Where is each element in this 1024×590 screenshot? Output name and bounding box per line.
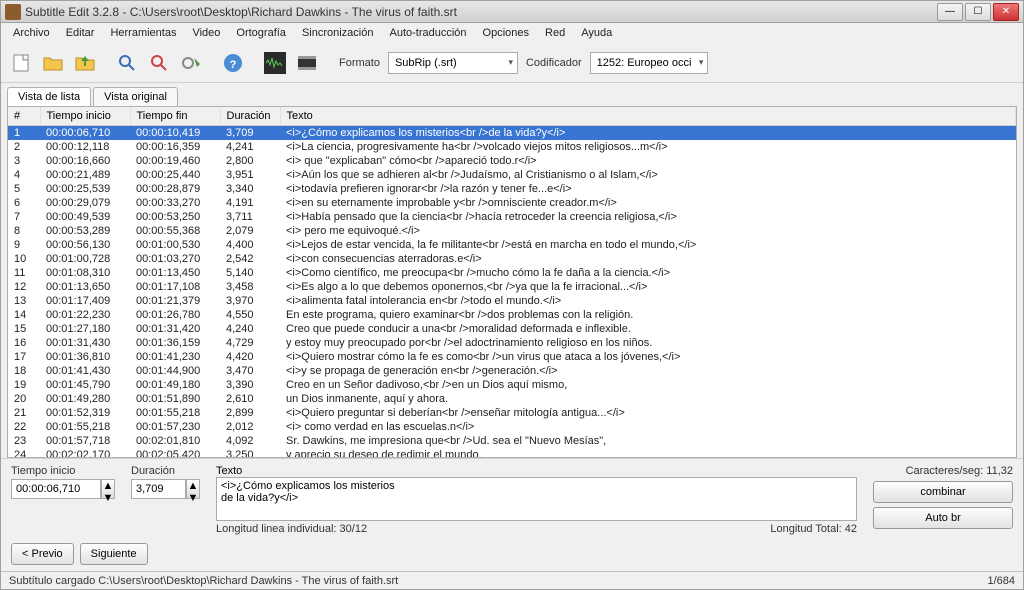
statusbar: Subtítulo cargado C:\Users\root\Desktop\… <box>1 571 1023 589</box>
status-loaded: Subtítulo cargado C:\Users\root\Desktop\… <box>9 575 398 587</box>
maximize-button[interactable]: ☐ <box>965 3 991 21</box>
table-row[interactable]: 1600:01:31,43000:01:36,1594,729y estoy m… <box>8 336 1016 350</box>
table-row[interactable]: 1700:01:36,81000:01:41,2304,420<i>Quiero… <box>8 350 1016 364</box>
prev-button[interactable]: < Previo <box>11 543 74 565</box>
replace-icon[interactable] <box>145 49 173 77</box>
formato-label: Formato <box>339 57 380 69</box>
table-row[interactable]: 1900:01:45,79000:01:49,1803,390Creo en u… <box>8 378 1016 392</box>
help-icon[interactable]: ? <box>219 49 247 77</box>
formato-combo[interactable]: SubRip (.srt) <box>388 52 518 74</box>
start-time-stepper[interactable]: ▲▼ <box>101 479 115 499</box>
new-icon[interactable] <box>7 49 35 77</box>
table-row[interactable]: 1000:01:00,72800:01:03,2702,542<i>con co… <box>8 252 1016 266</box>
close-button[interactable]: ✕ <box>993 3 1019 21</box>
menu-sincronización[interactable]: Sincronización <box>294 27 382 39</box>
autobr-button[interactable]: Auto br <box>873 507 1013 529</box>
duration-stepper[interactable]: ▲▼ <box>186 479 200 499</box>
menubar: ArchivoEditarHerramientasVideoOrtografía… <box>1 23 1023 43</box>
table-row[interactable]: 1800:01:41,43000:01:44,9003,470<i>y se p… <box>8 364 1016 378</box>
total-length: Longitud Total: 42 <box>770 523 857 535</box>
table-row[interactable]: 2400:02:02,17000:02:05,4203,250y aprecio… <box>8 448 1016 457</box>
table-row[interactable]: 1100:01:08,31000:01:13,4505,140<i>Como c… <box>8 266 1016 280</box>
svg-text:?: ? <box>230 59 237 71</box>
subtitle-list-scroll[interactable]: # Tiempo inicio Tiempo fin Duración Text… <box>8 107 1016 457</box>
menu-editar[interactable]: Editar <box>58 27 103 39</box>
col-end[interactable]: Tiempo fin <box>130 107 220 126</box>
combine-button[interactable]: combinar <box>873 481 1013 503</box>
tab-list-view[interactable]: Vista de lista <box>7 87 91 106</box>
menu-ayuda[interactable]: Ayuda <box>573 27 620 39</box>
table-row[interactable]: 200:00:12,11800:00:16,3594,241<i>La cien… <box>8 140 1016 154</box>
table-row[interactable]: 600:00:29,07900:00:33,2704,191<i>en su e… <box>8 196 1016 210</box>
find-icon[interactable] <box>113 49 141 77</box>
codificador-label: Codificador <box>526 57 582 69</box>
video-icon[interactable] <box>293 49 321 77</box>
table-row[interactable]: 1500:01:27,18000:01:31,4204,240Creo que … <box>8 322 1016 336</box>
table-row[interactable]: 1200:01:13,65000:01:17,1083,458<i>Es alg… <box>8 280 1016 294</box>
minimize-button[interactable]: — <box>937 3 963 21</box>
app-window: Subtitle Edit 3.2.8 - C:\Users\root\Desk… <box>0 0 1024 590</box>
nav-row: < Previo Siguiente <box>1 541 1023 571</box>
text-label: Texto <box>216 465 857 477</box>
col-text[interactable]: Texto <box>280 107 1016 126</box>
menu-herramientas[interactable]: Herramientas <box>102 27 184 39</box>
table-row[interactable]: 2100:01:52,31900:01:55,2182,899<i>Quiero… <box>8 406 1016 420</box>
col-number[interactable]: # <box>8 107 40 126</box>
toolbar: ? Formato SubRip (.srt) Codificador 1252… <box>1 43 1023 83</box>
table-row[interactable]: 1400:01:22,23000:01:26,7804,550En este p… <box>8 308 1016 322</box>
table-row[interactable]: 400:00:21,48900:00:25,4403,951<i>Aún los… <box>8 168 1016 182</box>
codificador-combo[interactable]: 1252: Europeo occi <box>590 52 709 74</box>
table-row[interactable]: 500:00:25,53900:00:28,8793,340<i>todavía… <box>8 182 1016 196</box>
menu-video[interactable]: Video <box>184 27 228 39</box>
cps-label: Caracteres/seg: 11,32 <box>873 465 1013 477</box>
table-row[interactable]: 2300:01:57,71800:02:01,8104,092Sr. Dawki… <box>8 434 1016 448</box>
menu-ortografía[interactable]: Ortografía <box>228 27 294 39</box>
start-time-input[interactable] <box>11 479 101 499</box>
tabstrip: Vista de lista Vista original <box>1 83 1023 106</box>
edit-panel: Tiempo inicio ▲▼ Duración ▲▼ Texto Longi… <box>1 458 1023 541</box>
table-row[interactable]: 700:00:49,53900:00:53,2503,711<i>Había p… <box>8 210 1016 224</box>
col-duration[interactable]: Duración <box>220 107 280 126</box>
tab-original-view[interactable]: Vista original <box>93 87 178 106</box>
line-length: Longitud linea individual: 30/12 <box>216 523 367 535</box>
titlebar: Subtitle Edit 3.2.8 - C:\Users\root\Desk… <box>1 1 1023 23</box>
table-row[interactable]: 900:00:56,13000:01:00,5304,400<i>Lejos d… <box>8 238 1016 252</box>
start-time-label: Tiempo inicio <box>11 465 115 477</box>
menu-opciones[interactable]: Opciones <box>475 27 537 39</box>
duration-input[interactable] <box>131 479 186 499</box>
next-button[interactable]: Siguiente <box>80 543 148 565</box>
menu-archivo[interactable]: Archivo <box>5 27 58 39</box>
status-position: 1/684 <box>987 575 1015 587</box>
menu-red[interactable]: Red <box>537 27 573 39</box>
table-row[interactable]: 1300:01:17,40900:01:21,3793,970<i>alimen… <box>8 294 1016 308</box>
table-row[interactable]: 2200:01:55,21800:01:57,2302,012<i> como … <box>8 420 1016 434</box>
waveform-icon[interactable] <box>261 49 289 77</box>
subtitle-list: # Tiempo inicio Tiempo fin Duración Text… <box>7 106 1017 458</box>
fix-icon[interactable] <box>177 49 205 77</box>
duration-label: Duración <box>131 465 200 477</box>
col-start[interactable]: Tiempo inicio <box>40 107 130 126</box>
app-icon <box>5 4 21 20</box>
text-input[interactable] <box>216 477 857 521</box>
table-row[interactable]: 100:00:06,71000:00:10,4193,709<i>¿Cómo e… <box>8 126 1016 141</box>
menu-auto-traducción[interactable]: Auto-traducción <box>381 27 474 39</box>
table-row[interactable]: 300:00:16,66000:00:19,4602,800<i> que "e… <box>8 154 1016 168</box>
open-icon[interactable] <box>39 49 67 77</box>
table-row[interactable]: 2000:01:49,28000:01:51,8902,610un Dios i… <box>8 392 1016 406</box>
table-row[interactable]: 800:00:53,28900:00:55,3682,079<i> pero m… <box>8 224 1016 238</box>
save-icon[interactable] <box>71 49 99 77</box>
window-title: Subtitle Edit 3.2.8 - C:\Users\root\Desk… <box>25 5 937 19</box>
